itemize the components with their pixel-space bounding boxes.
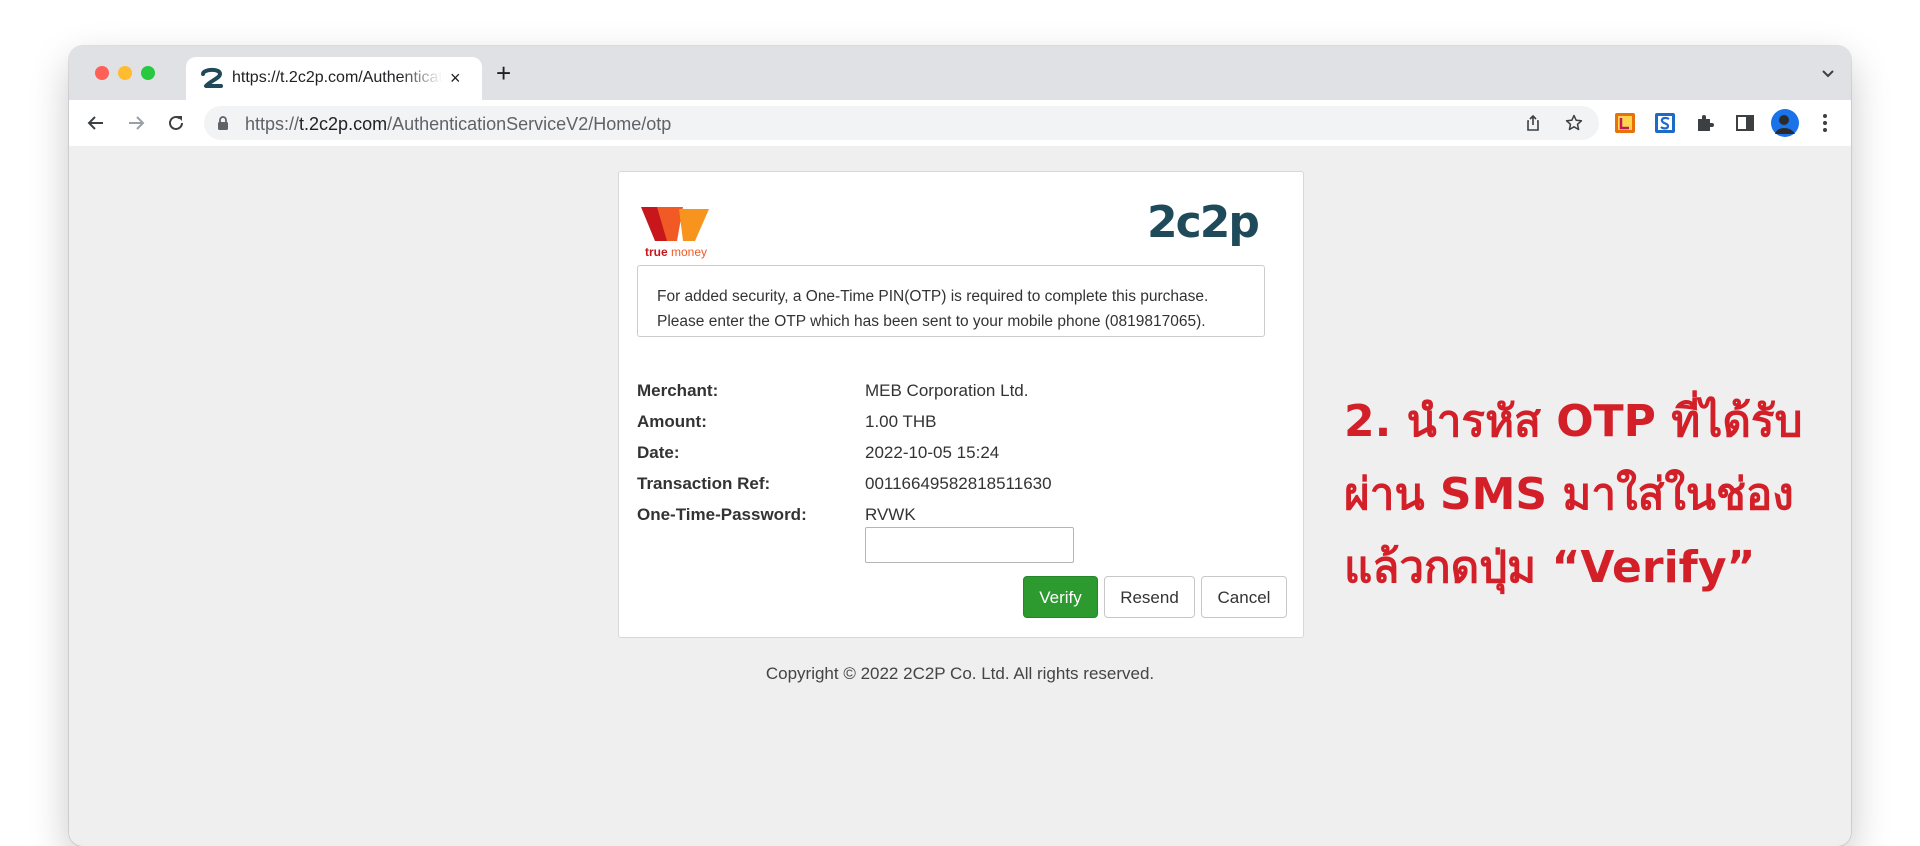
- browser-toolbar: https://t.2c2p.com/AuthenticationService…: [69, 100, 1851, 147]
- url-scheme: https://: [245, 114, 300, 134]
- lock-icon[interactable]: [217, 116, 229, 130]
- minimize-window-button[interactable]: [118, 66, 132, 80]
- annotation-line-1: 2. นำรหัส OTP ที่ได้รับ: [1344, 396, 1803, 447]
- instruction-annotation: 2. นำรหัส OTP ที่ได้รับ ผ่าน SMS มาใส่ใน…: [1344, 385, 1884, 604]
- amount-value: 1.00 THB: [865, 412, 937, 431]
- active-tab[interactable]: https://t.2c2p.com/AuthenticationService…: [186, 57, 482, 100]
- side-panel-icon[interactable]: [1734, 112, 1756, 134]
- merchant-label: Merchant:: [637, 381, 719, 400]
- truemoney-logo-true: true: [645, 245, 668, 259]
- cancel-button[interactable]: Cancel: [1201, 576, 1287, 618]
- reload-icon[interactable]: [166, 113, 186, 133]
- 2c2p-logo: 2c2p: [1147, 203, 1260, 247]
- merchant-value: MEB Corporation Ltd.: [865, 381, 1029, 400]
- extension-icon[interactable]: [1654, 112, 1676, 134]
- date-label: Date:: [637, 443, 680, 462]
- 2c2p-logo-text: 2c2p: [1147, 203, 1258, 247]
- avatar[interactable]: [1771, 109, 1799, 137]
- star-icon[interactable]: [1565, 114, 1583, 132]
- extension-icon[interactable]: [1614, 112, 1636, 134]
- tab-strip: https://t.2c2p.com/AuthenticationService…: [69, 46, 1851, 100]
- transaction-ref-value: 00116649582818511630: [865, 474, 1052, 493]
- notice-line-1: For added security, a One-Time PIN(OTP) …: [657, 288, 1209, 305]
- verify-button[interactable]: Verify: [1023, 576, 1098, 618]
- otp-input[interactable]: [865, 527, 1074, 563]
- back-icon[interactable]: [86, 113, 106, 133]
- url-path: /AuthenticationServiceV2/Home/otp: [387, 114, 672, 134]
- amount-label: Amount:: [637, 412, 707, 431]
- forward-icon[interactable]: [126, 113, 146, 133]
- url-text[interactable]: https://t.2c2p.com/AuthenticationService…: [245, 114, 671, 135]
- close-window-button[interactable]: [95, 66, 109, 80]
- date-value: 2022-10-05 15:24: [865, 443, 1000, 462]
- truemoney-logo-money: money: [671, 245, 707, 259]
- transaction-ref-label: Transaction Ref:: [637, 474, 771, 493]
- otp-card: true money 2c2p For added security, a On…: [618, 171, 1304, 638]
- 2c2p-favicon-icon: [201, 67, 223, 88]
- annotation-line-3: แล้วกดปุ่ม “Verify”: [1344, 542, 1756, 593]
- address-bar[interactable]: https://t.2c2p.com/AuthenticationService…: [204, 106, 1599, 140]
- share-icon[interactable]: [1524, 114, 1542, 132]
- tab-title: https://t.2c2p.com/AuthenticationService…: [232, 69, 442, 86]
- truemoney-logo: true money: [641, 207, 709, 259]
- notice-line-2: Please enter the OTP which has been sent…: [657, 313, 1206, 330]
- zoom-window-button[interactable]: [141, 66, 155, 80]
- chevron-down-icon[interactable]: [1819, 64, 1837, 82]
- copyright-text: Copyright © 2022 2C2P Co. Ltd. All right…: [765, 664, 1155, 683]
- puzzle-icon[interactable]: [1694, 112, 1716, 134]
- resend-button[interactable]: Resend: [1104, 576, 1195, 618]
- otp-notice: For added security, a One-Time PIN(OTP) …: [637, 265, 1265, 337]
- url-host: t.2c2p.com: [299, 114, 388, 134]
- otp-reference-value: RVWK: [865, 505, 916, 524]
- annotation-line-2: ผ่าน SMS มาใส่ในช่อง: [1344, 469, 1794, 520]
- tab-close-icon[interactable]: ×: [450, 68, 461, 88]
- menu-icon[interactable]: [1814, 112, 1836, 134]
- otp-label: One-Time-Password:: [637, 505, 807, 524]
- new-tab-button[interactable]: +: [496, 60, 511, 86]
